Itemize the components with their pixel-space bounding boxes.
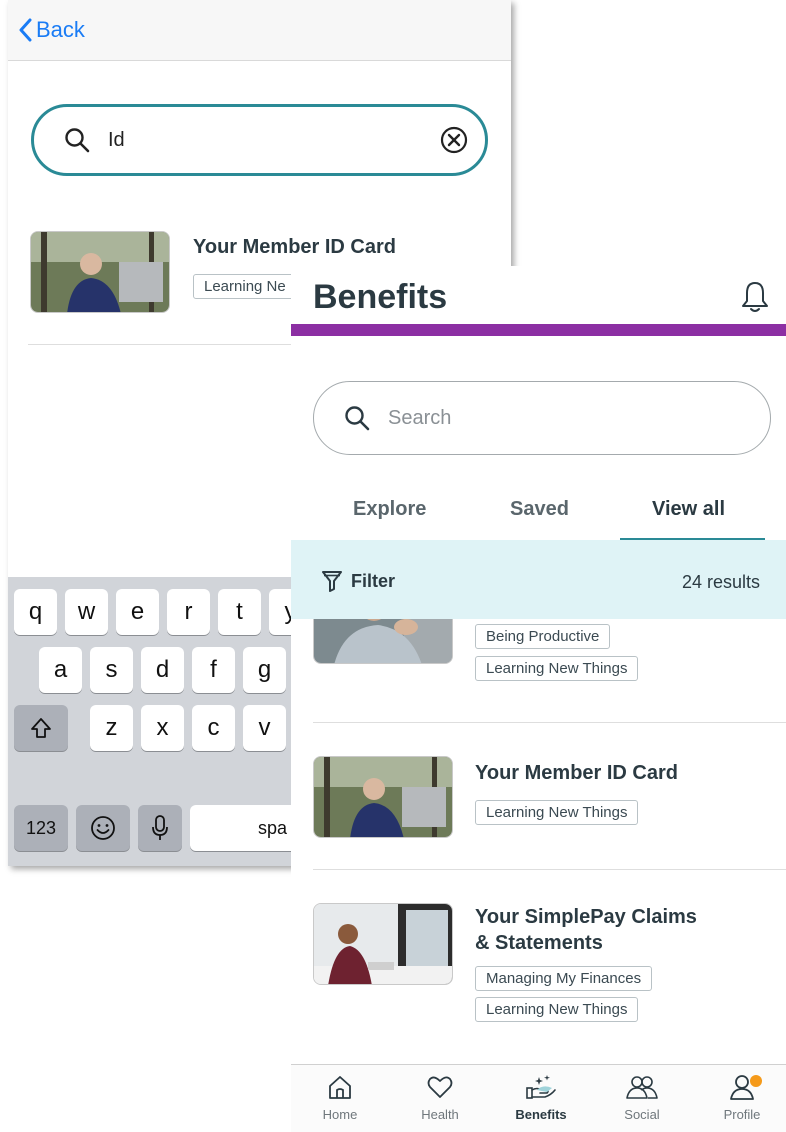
key-g[interactable]: g: [243, 647, 286, 693]
thumbnail-image: [313, 756, 453, 838]
people-icon: [626, 1076, 658, 1099]
bottom-tab-bar: Home Health Benefits Social Profile: [291, 1064, 786, 1132]
nav-benefits[interactable]: Benefits: [506, 1073, 576, 1122]
home-icon: [329, 1076, 351, 1099]
search-icon: [65, 128, 90, 153]
microphone-icon: [152, 815, 168, 840]
tag-chip: Learning New Things: [475, 800, 639, 825]
search-input[interactable]: Id: [31, 104, 488, 176]
nav-health[interactable]: Health: [405, 1073, 475, 1122]
nav-label: Home: [322, 1107, 358, 1122]
nav-home[interactable]: Home: [305, 1073, 375, 1122]
key-q[interactable]: q: [14, 589, 57, 635]
key-w[interactable]: w: [65, 589, 108, 635]
filter-button[interactable]: Filter: [321, 570, 395, 592]
item-title-continued: & Statements: [475, 932, 603, 954]
nav-bar: Back: [8, 0, 511, 61]
key-e[interactable]: e: [116, 589, 159, 635]
key-x[interactable]: x: [141, 705, 184, 751]
key-v[interactable]: v: [243, 705, 286, 751]
nav-social[interactable]: Social: [607, 1073, 677, 1122]
nav-label: Social: [624, 1107, 660, 1122]
key-a[interactable]: a: [39, 647, 82, 693]
microphone-key[interactable]: [138, 805, 182, 851]
item-title: Your SimplePay Claims: [475, 906, 697, 928]
page-title: Benefits: [313, 278, 448, 316]
nav-label: Profile: [723, 1107, 761, 1122]
brand-bar: [291, 324, 786, 336]
search-placeholder: Search: [388, 406, 452, 429]
nav-label: Health: [421, 1107, 459, 1122]
thumbnail-image: [313, 903, 453, 985]
bell-icon: [742, 282, 768, 312]
key-z[interactable]: z: [90, 705, 133, 751]
filter-label: Filter: [351, 570, 396, 591]
result-title: Your Member ID Card: [193, 236, 396, 258]
back-label: Back: [36, 17, 85, 42]
tab-explore[interactable]: Explore: [353, 498, 426, 521]
item-title: Your Member ID Card: [475, 762, 678, 784]
tag-chip: Learning New Things: [475, 656, 639, 681]
nav-label: Benefits: [515, 1107, 567, 1122]
back-button[interactable]: Back: [18, 17, 85, 43]
benefits-hand-icon: [526, 1075, 556, 1099]
search-icon: [345, 406, 370, 431]
header: Benefits: [291, 266, 786, 326]
divider: [313, 722, 786, 723]
emoji-icon: [91, 816, 115, 840]
key-d[interactable]: d: [141, 647, 184, 693]
key-t[interactable]: t: [218, 589, 261, 635]
tag-chip: Learning New Things: [475, 997, 639, 1022]
shift-icon: [31, 718, 51, 738]
notification-dot: [750, 1075, 762, 1087]
nav-profile[interactable]: Profile: [707, 1073, 777, 1122]
benefits-screen: Benefits Search Explore Saved View all F…: [291, 266, 786, 1132]
notifications-button[interactable]: [739, 280, 771, 319]
shift-key[interactable]: [14, 705, 68, 751]
clear-icon[interactable]: [439, 125, 469, 155]
divider: [313, 869, 786, 870]
heart-icon: [427, 1076, 453, 1098]
numbers-key[interactable]: 123: [14, 805, 68, 851]
tab-view-all[interactable]: View all: [652, 498, 725, 521]
results-count: 24 results: [681, 572, 760, 592]
tag-chip: Managing My Finances: [475, 966, 653, 991]
key-s[interactable]: s: [90, 647, 133, 693]
search-query: Id: [108, 128, 125, 151]
key-f[interactable]: f: [192, 647, 235, 693]
filter-icon: [322, 571, 342, 592]
key-c[interactable]: c: [192, 705, 235, 751]
tab-saved[interactable]: Saved: [510, 498, 569, 521]
chevron-left-icon: [19, 18, 32, 42]
thumbnail-image: [30, 231, 170, 313]
search-input[interactable]: Search: [313, 381, 771, 455]
emoji-key[interactable]: [76, 805, 130, 851]
key-r[interactable]: r: [167, 589, 210, 635]
tag-chip: Being Productive: [475, 624, 611, 649]
tag-chip: Learning Ne: [193, 274, 297, 299]
